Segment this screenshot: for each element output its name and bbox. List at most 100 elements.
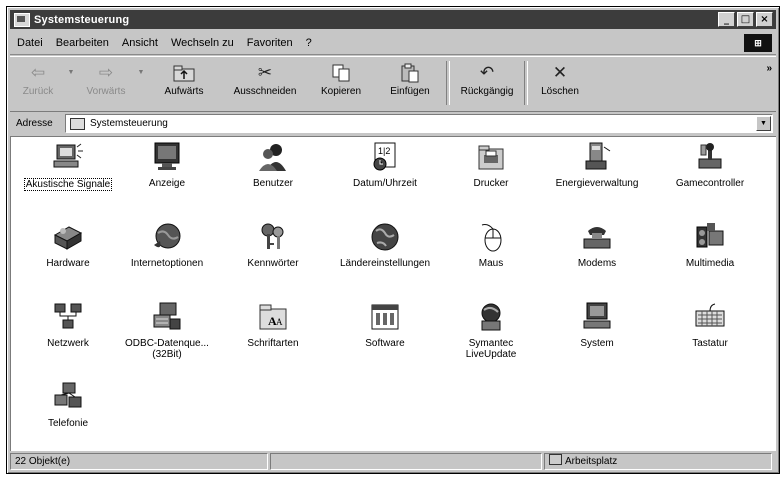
- control-panel-item[interactable]: Anzeige: [115, 141, 219, 189]
- back-button[interactable]: ⇦ Zurück: [10, 57, 66, 113]
- control-panel-items: Akustische Signale Anzeige Benutzer 1|2 Datu…: [11, 137, 773, 451]
- paste-button[interactable]: Einfügen: [374, 57, 446, 113]
- control-panel-item-label: Hardware: [46, 258, 90, 269]
- toolbar: ⇦ Zurück ▼ ⇨ Vorwärts ▼ Aufwärts ✂ Aussc…: [10, 56, 776, 112]
- control-panel-item-label: Internetoptionen: [130, 258, 204, 269]
- menu-datei[interactable]: Datei: [17, 37, 43, 49]
- control-panel-item[interactable]: Symantec LiveUpdate: [439, 301, 543, 360]
- control-panel-item-label: System: [580, 338, 614, 349]
- control-panel-item[interactable]: Kennwörter: [221, 221, 325, 269]
- up-button[interactable]: Aufwärts: [146, 57, 222, 113]
- close-button[interactable]: ×: [756, 12, 773, 27]
- back-dropdown-chevron-icon[interactable]: ▼: [66, 69, 76, 76]
- calendar-clock-icon: 1|2: [368, 141, 402, 173]
- address-value[interactable]: Systemsteuerung: [90, 118, 168, 129]
- menu-ansicht[interactable]: Ansicht: [122, 37, 158, 49]
- control-panel-item-label: Schriftarten: [247, 338, 299, 349]
- copy-button[interactable]: Kopieren: [308, 57, 374, 113]
- back-arrow-icon: ⇦: [30, 63, 46, 83]
- undo-label: Rückgängig: [460, 86, 514, 97]
- undo-button[interactable]: ↶ Rückgängig: [450, 57, 524, 113]
- control-panel-window: Systemsteuerung _ □ × Datei Bearbeiten A…: [6, 6, 780, 474]
- control-panel-item[interactable]: A A Schriftarten: [221, 301, 325, 349]
- up-folder-icon: [172, 63, 196, 83]
- software-icon: [368, 301, 402, 333]
- power-management-icon: [580, 141, 614, 173]
- control-panel-item-label: ODBC-Datenque... (32Bit): [125, 338, 209, 360]
- control-panel-item[interactable]: Tastatur: [658, 301, 762, 349]
- forward-label: Vorwärts: [86, 86, 126, 97]
- control-panel-item-label: Tastatur: [692, 338, 728, 349]
- status-zone: Arbeitsplatz: [544, 453, 772, 470]
- forward-button[interactable]: ⇨ Vorwärts: [76, 57, 136, 113]
- control-panel-item[interactable]: 1|2 Datum/Uhrzeit: [333, 141, 437, 189]
- computer-icon: [580, 301, 614, 333]
- control-panel-item[interactable]: Netzwerk: [16, 301, 120, 349]
- control-panel-item[interactable]: Software: [333, 301, 437, 349]
- up-label: Aufwärts: [164, 86, 204, 97]
- telephony-icon: [51, 381, 85, 413]
- control-panel-item[interactable]: Modems: [545, 221, 649, 269]
- odbc-icon: [150, 301, 184, 333]
- control-panel-item[interactable]: Akustische Signale: [16, 141, 120, 191]
- back-label: Zurück: [22, 86, 54, 97]
- menu-help[interactable]: ?: [306, 37, 312, 49]
- control-panel-item-label: Software: [365, 338, 405, 349]
- control-panel-item[interactable]: Internetoptionen: [115, 221, 219, 269]
- control-panel-item[interactable]: Ländereinstellungen: [333, 221, 437, 269]
- control-panel-item-label: Maus: [478, 258, 504, 269]
- copy-label: Kopieren: [320, 86, 362, 97]
- menu-favoriten[interactable]: Favoriten: [247, 37, 293, 49]
- address-field[interactable]: Systemsteuerung ▼: [65, 114, 773, 133]
- control-panel-item[interactable]: Maus: [439, 221, 543, 269]
- control-panel-item[interactable]: ODBC-Datenque... (32Bit): [115, 301, 219, 360]
- control-panel-item-label: Multimedia: [685, 258, 735, 269]
- scissors-icon: ✂: [257, 63, 273, 83]
- address-label: Adresse: [16, 117, 53, 129]
- control-panel-item-label: Gamecontroller: [675, 178, 745, 189]
- menu-bearbeiten[interactable]: Bearbeiten: [56, 37, 109, 49]
- status-empty-cell: [270, 453, 542, 470]
- control-panel-small-icon: [70, 117, 85, 130]
- control-panel-item-label: Benutzer: [252, 178, 294, 189]
- control-panel-item[interactable]: Benutzer: [221, 141, 325, 189]
- control-panel-item[interactable]: Hardware: [16, 221, 120, 269]
- control-panel-item[interactable]: Telefonie: [16, 381, 120, 429]
- mouse-icon: [474, 221, 508, 253]
- menu-wechseln-zu[interactable]: Wechseln zu: [171, 37, 234, 49]
- svg-text:A: A: [276, 317, 283, 327]
- world-globe-icon: [368, 221, 402, 253]
- keys-icon: [256, 221, 290, 253]
- fonts-folder-icon: AA: [256, 301, 290, 333]
- modem-icon: [580, 221, 614, 253]
- delete-label: Löschen: [541, 86, 579, 97]
- address-dropdown-chevron-icon[interactable]: ▼: [756, 116, 771, 131]
- control-panel-item[interactable]: Multimedia: [658, 221, 762, 269]
- keyboard-icon: [693, 301, 727, 333]
- window-title: Systemsteuerung: [34, 13, 130, 26]
- control-panel-item-label: Kennwörter: [247, 258, 299, 269]
- forward-dropdown-chevron-icon[interactable]: ▼: [136, 69, 146, 76]
- toolbar-more-chevron-icon[interactable]: »: [766, 63, 772, 74]
- control-panel-item-label: Symantec LiveUpdate: [465, 338, 517, 360]
- control-panel-item[interactable]: Energieverwaltung: [545, 141, 649, 189]
- control-panel-item-label: Energieverwaltung: [555, 178, 639, 189]
- control-panel-item[interactable]: System: [545, 301, 649, 349]
- control-panel-item[interactable]: Drucker: [439, 141, 543, 189]
- title-bar[interactable]: Systemsteuerung _ □ ×: [10, 10, 776, 29]
- svg-text:1|2: 1|2: [378, 146, 390, 156]
- status-zone-label: Arbeitsplatz: [565, 456, 618, 467]
- control-panel-item-label: Netzwerk: [47, 338, 89, 349]
- speaker-computer-icon: [51, 141, 85, 173]
- control-panel-item[interactable]: Gamecontroller: [658, 141, 762, 189]
- cut-button[interactable]: ✂ Ausschneiden: [222, 57, 308, 113]
- monitor-icon: [150, 141, 184, 173]
- window-controls: _ □ ×: [718, 12, 773, 27]
- joystick-icon: [693, 141, 727, 173]
- maximize-button[interactable]: □: [737, 12, 754, 27]
- delete-button[interactable]: ✕ Löschen: [528, 57, 592, 113]
- control-panel-item-label: Drucker: [473, 178, 509, 189]
- minimize-button[interactable]: _: [718, 12, 735, 27]
- status-object-count: 22 Objekt(e): [10, 453, 268, 470]
- control-panel-item-label: Modems: [577, 258, 617, 269]
